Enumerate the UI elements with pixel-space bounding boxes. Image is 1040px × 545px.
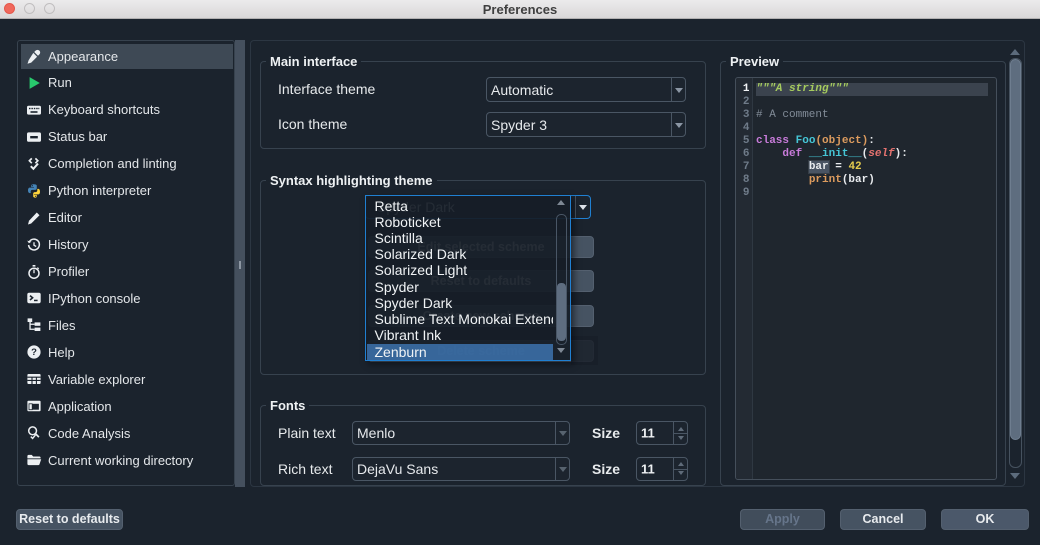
svg-text:?: ? (31, 347, 37, 358)
